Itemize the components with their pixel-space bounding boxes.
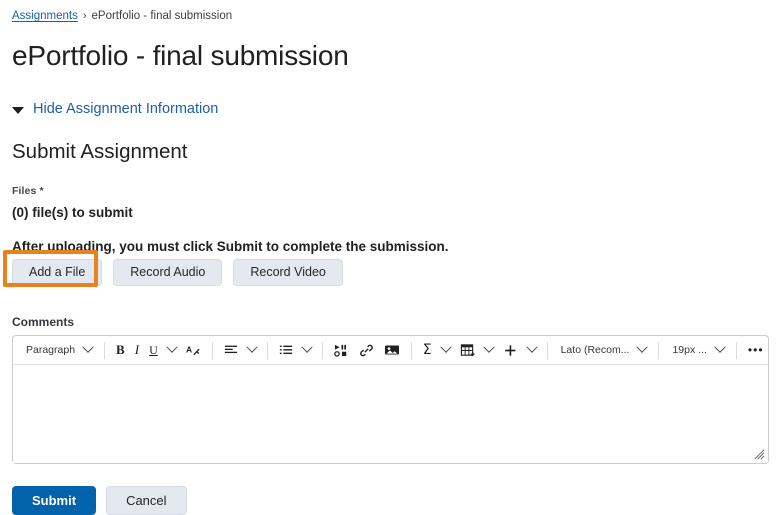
submit-button[interactable]: Submit [12,486,97,515]
add-insert-button[interactable] [498,339,523,361]
hide-assignment-information-toggle[interactable]: Hide Assignment Information [12,101,218,117]
ellipsis-icon: ••• [747,343,764,357]
toolbar-divider [211,341,213,359]
image-icon [384,345,399,355]
font-family-value: Lato (Recom... [560,344,630,356]
table-options-dropdown[interactable] [480,339,498,361]
files-count-text: (0) file(s) to submit [12,205,133,220]
text-color-icon: A [186,344,200,355]
insert-media-button[interactable] [329,339,354,361]
insert-table-button[interactable] [455,339,480,361]
underline-options-dropdown[interactable] [163,339,181,361]
assignment-submission-page: Assignments › ePortfolio - final submiss… [0,0,783,515]
align-options-dropdown[interactable] [243,339,261,361]
upload-instruction-text: After uploading, you must click Submit t… [12,239,449,254]
font-size-value: 19px ... [672,344,707,356]
plus-icon [504,344,516,356]
page-title: ePortfolio - final submission [12,40,349,71]
form-actions: Submit Cancel [12,486,771,515]
underline-button[interactable]: U [144,339,163,361]
chevron-down-icon [636,341,649,353]
breadcrumb-separator-icon: › [82,10,87,22]
link-icon [359,344,373,356]
italic-icon: I [134,342,140,357]
editor-toolbar: Paragraph B I U A Σ Lato (Recom... 19px … [13,336,768,365]
resize-grip-icon[interactable] [754,449,765,460]
bold-icon: B [116,342,125,357]
toolbar-divider [546,341,548,359]
triangle-down-icon [12,106,24,114]
text-color-button[interactable]: A [181,339,206,361]
align-button[interactable] [219,339,243,361]
align-left-icon [224,345,237,354]
breadcrumb: Assignments › ePortfolio - final submiss… [12,0,771,23]
comments-editor-body[interactable] [13,365,768,463]
chevron-down-icon [525,341,538,353]
insert-media-icon [333,344,347,357]
record-audio-button[interactable]: Record Audio [113,259,223,286]
chevron-down-icon [301,341,313,353]
italic-button[interactable]: I [130,339,144,361]
more-options-button[interactable]: ••• [743,339,768,361]
font-size-select[interactable]: 19px ... [665,339,729,361]
insert-image-button[interactable] [379,339,405,361]
toolbar-divider [658,341,660,359]
insert-link-button[interactable] [354,339,379,361]
insert-table-icon [460,343,475,356]
sigma-equation-icon: Σ [422,342,432,358]
add-options-dropdown[interactable] [523,339,541,361]
record-video-button[interactable]: Record Video [233,259,343,286]
font-family-select[interactable]: Lato (Recom... [554,339,653,361]
svg-text:A: A [186,344,192,354]
file-action-buttons: Add a File Record Audio Record Video [3,250,771,287]
comments-label: Comments [12,315,75,329]
chevron-down-icon [246,341,258,353]
bold-button[interactable]: B [111,339,130,361]
paragraph-format-value: Paragraph [26,344,76,356]
bulleted-list-icon [279,345,292,355]
equation-button[interactable]: Σ [418,339,437,361]
underline-icon: U [149,342,158,357]
toolbar-divider [104,341,106,359]
add-a-file-button[interactable]: Add a File [12,259,103,286]
chevron-down-icon [82,341,94,353]
toolbar-divider [410,341,412,359]
equation-options-dropdown[interactable] [437,339,455,361]
breadcrumb-link-assignments[interactable]: Assignments [12,9,78,23]
chevron-down-icon [166,341,178,353]
toolbar-divider [266,341,268,359]
submit-assignment-heading: Submit Assignment [12,140,188,163]
cancel-button[interactable]: Cancel [106,486,187,515]
hide-assignment-information-label: Hide Assignment Information [33,101,219,117]
toolbar-divider [735,341,737,359]
bulleted-list-button[interactable] [274,339,298,361]
chevron-down-icon [714,341,726,353]
list-options-dropdown[interactable] [298,339,316,361]
toolbar-divider [321,341,323,359]
comments-rich-text-editor: Paragraph B I U A Σ Lato (Recom... 19px … [12,335,769,464]
chevron-down-icon [482,341,495,353]
chevron-down-icon [439,341,452,353]
breadcrumb-current: ePortfolio - final submission [91,10,233,22]
files-label: Files * [12,185,44,197]
paragraph-format-select[interactable]: Paragraph [19,339,98,361]
